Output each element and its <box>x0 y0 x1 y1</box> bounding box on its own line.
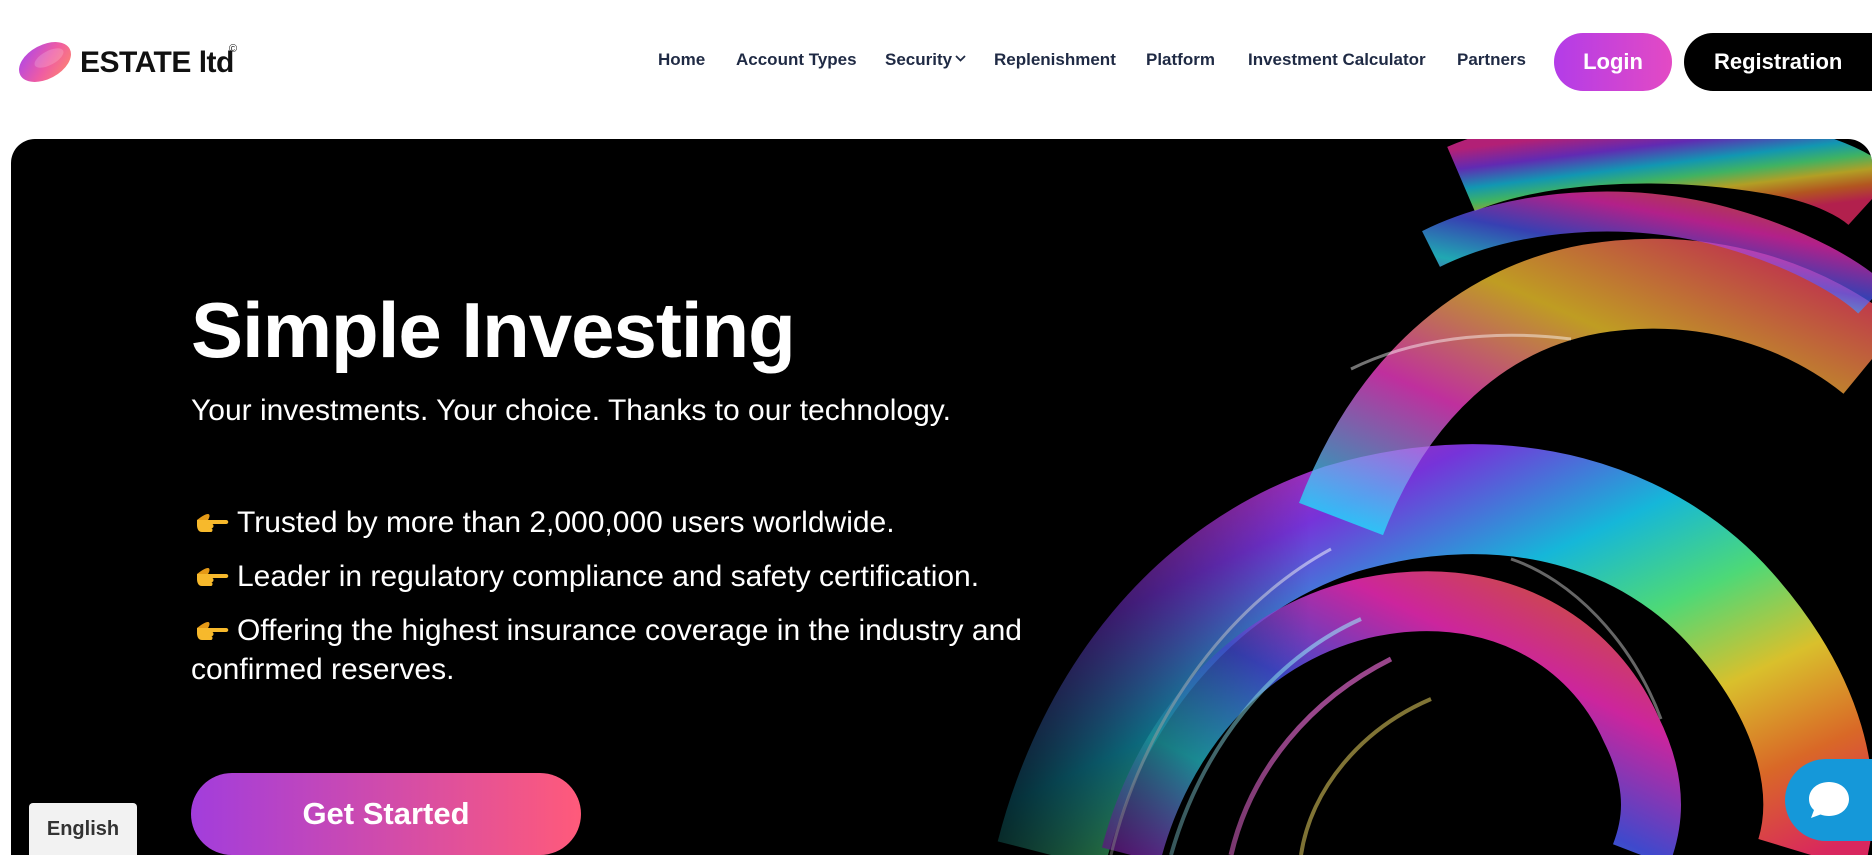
feature-text: Offering the highest insurance coverage … <box>191 614 1022 686</box>
site-header: ESTATE ltd © Home Account Types Security… <box>0 0 1872 132</box>
chat-bubble-icon <box>1809 782 1849 818</box>
nav-platform[interactable]: Platform <box>1146 50 1215 70</box>
nav-home[interactable]: Home <box>658 50 705 70</box>
brand-name: ESTATE ltd <box>80 46 234 79</box>
registration-button[interactable]: Registration <box>1684 33 1872 91</box>
pointing-hand-icon <box>197 514 229 532</box>
nav-account-types[interactable]: Account Types <box>736 50 857 70</box>
nav-partners[interactable]: Partners <box>1457 50 1526 70</box>
brand-logo[interactable]: ESTATE ltd <box>16 36 234 88</box>
get-started-button[interactable]: Get Started <box>191 773 581 855</box>
hero-background-art <box>911 139 1872 855</box>
registered-mark: © <box>229 43 238 55</box>
feature-text: Trusted by more than 2,000,000 users wor… <box>237 506 895 539</box>
pointing-hand-icon <box>197 568 229 586</box>
feature-item: Leader in regulatory compliance and safe… <box>191 557 1031 596</box>
nav-investment-calculator[interactable]: Investment Calculator <box>1248 50 1426 70</box>
hero-title: Simple Investing <box>191 286 796 374</box>
logo-mark-icon <box>19 42 71 82</box>
feature-item: Trusted by more than 2,000,000 users wor… <box>191 503 1031 542</box>
pointing-hand-icon <box>197 622 229 640</box>
feature-text: Leader in regulatory compliance and safe… <box>237 560 980 593</box>
chevron-down-icon <box>955 55 966 62</box>
hero-section: Simple Investing Your investments. Your … <box>11 139 1872 855</box>
nav-security-label: Security <box>885 50 953 69</box>
hero-subtitle: Your investments. Your choice. Thanks to… <box>191 394 951 427</box>
language-selector[interactable]: English <box>29 803 137 855</box>
login-button[interactable]: Login <box>1554 33 1672 91</box>
feature-list: Trusted by more than 2,000,000 users wor… <box>191 503 1031 704</box>
nav-security[interactable]: Security <box>885 50 966 70</box>
chat-widget-button[interactable] <box>1785 759 1872 841</box>
nav-replenishment[interactable]: Replenishment <box>994 50 1116 70</box>
feature-item: Offering the highest insurance coverage … <box>191 611 1031 689</box>
